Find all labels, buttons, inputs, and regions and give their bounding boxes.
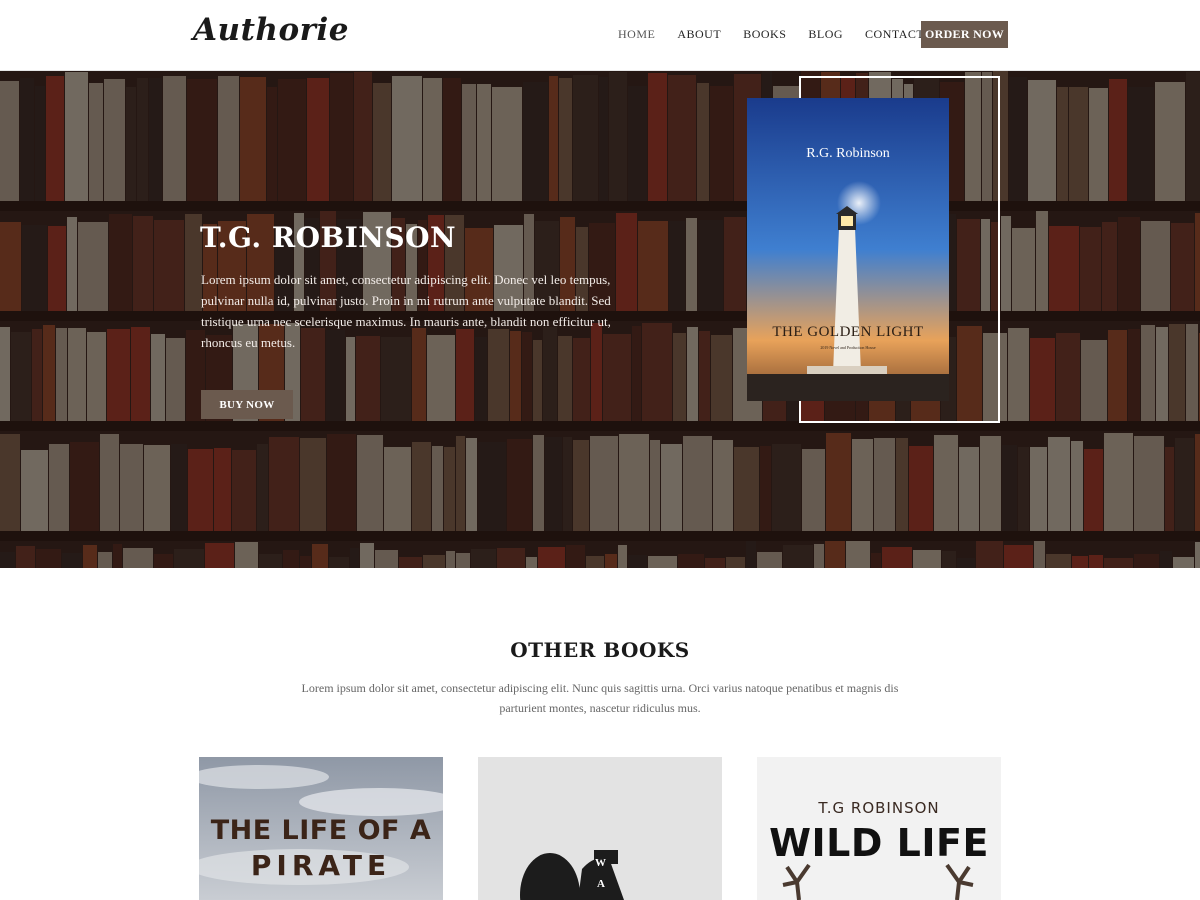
hero-description: Lorem ipsum dolor sit amet, consectetur … (201, 272, 611, 350)
lighthouse-image (747, 98, 949, 401)
book-card-silhouette[interactable]: W A (478, 757, 722, 900)
hero-section: T.G. ROBINSON Lorem ipsum dolor sit amet… (0, 71, 1200, 568)
cover-title: THE GOLDEN LIGHT (772, 324, 924, 340)
book-card-wild-life[interactable]: T.G ROBINSON WILD LIFE (757, 757, 1001, 900)
nav-blog[interactable]: BLOG (808, 27, 843, 42)
cover-letter-a: A (597, 878, 605, 890)
wild-life-author: T.G ROBINSON (818, 799, 940, 817)
pirate-title-line2: PIRATE (250, 849, 392, 882)
order-now-button[interactable]: ORDER NOW (921, 21, 1008, 48)
buy-now-button[interactable]: BUY NOW (201, 390, 293, 419)
cover-author: R.G. Robinson (806, 146, 890, 161)
main-nav: HOME ABOUT BOOKS BLOG CONTACT (618, 27, 946, 42)
wild-life-title: WILD LIFE (769, 821, 989, 865)
cover-subtitle: 2019 Novel and Production House (820, 345, 876, 350)
site-logo[interactable]: Authorie (193, 12, 349, 48)
book-card-pirate[interactable]: THE LIFE OF A PIRATE (199, 757, 443, 900)
hero-title: T.G. ROBINSON (200, 221, 457, 254)
nav-about[interactable]: ABOUT (677, 27, 721, 42)
nav-home[interactable]: HOME (618, 27, 655, 42)
other-books-description: Lorem ipsum dolor sit amet, consectetur … (301, 681, 899, 715)
site-header: Authorie HOME ABOUT BOOKS BLOG CONTACT O… (0, 0, 1200, 71)
featured-book-cover[interactable]: R.G. Robinson THE GOLDEN LIGHT 2019 Nove… (747, 98, 949, 401)
pirate-title-line1: THE LIFE OF A (210, 815, 432, 846)
nav-books[interactable]: BOOKS (743, 27, 786, 42)
cover-letter-w: W (595, 857, 606, 869)
nav-contact[interactable]: CONTACT (865, 27, 924, 42)
other-books-title: OTHER BOOKS (510, 638, 690, 662)
